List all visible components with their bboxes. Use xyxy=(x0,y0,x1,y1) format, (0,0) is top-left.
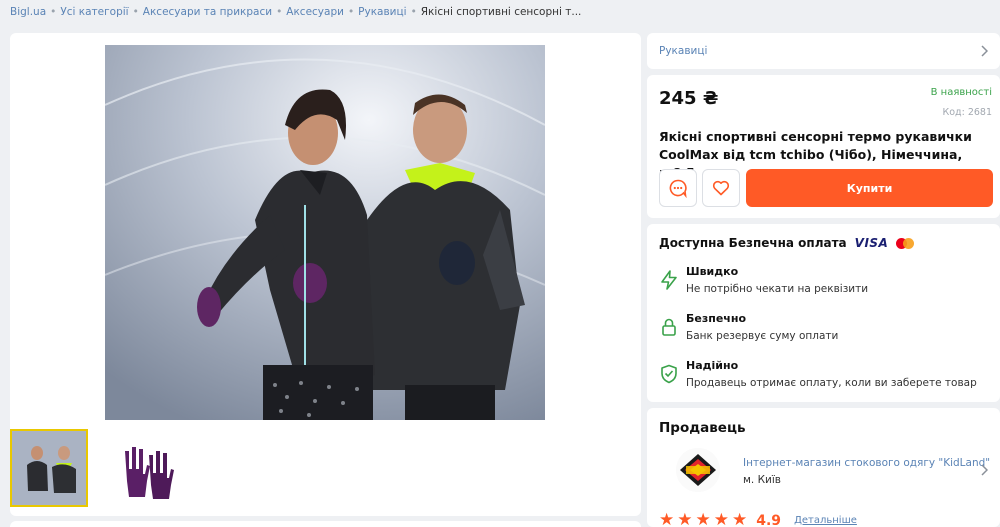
runners-photo-illustration xyxy=(105,45,545,420)
safe-payment-header: Доступна Безпечна оплата VISA xyxy=(659,236,915,250)
feature-reliable-title: Надійно xyxy=(686,359,739,372)
breadcrumb-separator: • xyxy=(276,6,283,18)
feature-secure: Безпечно Банк резервує суму оплати xyxy=(659,311,838,344)
shield-check-icon xyxy=(659,364,679,384)
favorite-button[interactable] xyxy=(702,169,740,207)
lock-icon xyxy=(659,317,679,337)
rating-details-link[interactable]: Детальніше xyxy=(794,515,857,526)
seller-card: Продавець Інтернет-магазин стокового одя… xyxy=(647,408,1000,527)
seller-name-link[interactable]: Інтернет-магазин стокового одягу "KidLan… xyxy=(743,457,990,469)
breadcrumb-home[interactable]: Bigl.ua xyxy=(10,6,46,18)
chat-bubble-icon xyxy=(669,179,687,198)
thumbnail-runners-image xyxy=(12,431,86,505)
heart-icon xyxy=(712,180,730,196)
feature-fast: Швидко Не потрібно чекати на реквізити xyxy=(659,264,868,297)
product-code: Код: 2681 xyxy=(942,107,992,118)
star-icon: ★ xyxy=(713,510,729,527)
safe-payment-title: Доступна Безпечна оплата xyxy=(659,236,847,250)
star-icon: ★ xyxy=(732,510,748,527)
buy-button[interactable]: Купити xyxy=(746,169,993,207)
seller-logo-image xyxy=(676,448,720,492)
breadcrumb: Bigl.ua • Усі категорії • Аксесуари та при… xyxy=(10,4,581,20)
visa-logo: VISA xyxy=(854,236,889,250)
lightning-icon xyxy=(659,270,679,290)
breadcrumb-accessories[interactable]: Аксесуари xyxy=(286,6,344,18)
breadcrumb-separator: • xyxy=(347,6,355,18)
star-icon: ★ xyxy=(695,510,711,527)
seller-city: м. Київ xyxy=(743,474,781,486)
feature-reliable: Надійно Продавець отримає оплату, коли в… xyxy=(659,358,977,391)
rating-value: 4.9 xyxy=(756,512,782,527)
star-icon: ★ xyxy=(677,510,693,527)
thumbnail-strip xyxy=(10,429,185,507)
breadcrumb-current: Якісні спортивні сенсорні т... xyxy=(420,6,582,18)
chevron-right-icon xyxy=(981,45,988,57)
breadcrumb-accessories-jewelry[interactable]: Аксесуари та прикраси xyxy=(143,6,272,18)
breadcrumb-all-categories[interactable]: Усі категорії xyxy=(60,6,128,18)
feature-reliable-desc: Продавець отримає оплату, коли ви забере… xyxy=(686,377,977,389)
breadcrumb-separator: • xyxy=(410,6,417,18)
feature-secure-title: Безпечно xyxy=(686,312,747,325)
thumbnail-gloves-image xyxy=(107,429,185,507)
category-link[interactable]: Рукавиці xyxy=(647,33,1000,69)
product-gallery xyxy=(10,33,641,516)
thumbnail-gloves[interactable] xyxy=(107,429,185,507)
feature-secure-desc: Банк резервує суму оплати xyxy=(686,330,839,342)
thumbnail-runners[interactable] xyxy=(10,429,88,507)
breadcrumb-separator: • xyxy=(132,6,139,18)
safe-payment-card: Доступна Безпечна оплата VISA Швидко Не … xyxy=(647,224,1000,402)
seller-logo[interactable] xyxy=(676,448,720,492)
breadcrumb-separator: • xyxy=(50,6,57,18)
main-product-photo[interactable] xyxy=(105,45,545,420)
category-label: Рукавиці xyxy=(659,45,708,57)
mastercard-logo xyxy=(896,237,915,249)
feature-fast-title: Швидко xyxy=(686,265,739,278)
seller-heading: Продавець xyxy=(659,420,746,436)
breadcrumb-gloves[interactable]: Рукавиці xyxy=(358,6,406,18)
chevron-right-icon[interactable] xyxy=(980,464,988,476)
product-price: 245 ₴ xyxy=(659,88,719,109)
star-icon: ★ xyxy=(659,510,675,527)
feature-fast-desc: Не потрібно чекати на реквізити xyxy=(686,283,869,295)
price-card: 245 ₴ В наявності Код: 2681 Якісні спорт… xyxy=(647,75,1000,218)
chat-button[interactable] xyxy=(659,169,697,207)
stock-status: В наявності xyxy=(930,87,992,98)
gallery-footer-card xyxy=(10,521,641,527)
seller-rating: ★ ★ ★ ★ ★ 4.9 Детальніше xyxy=(659,512,857,527)
